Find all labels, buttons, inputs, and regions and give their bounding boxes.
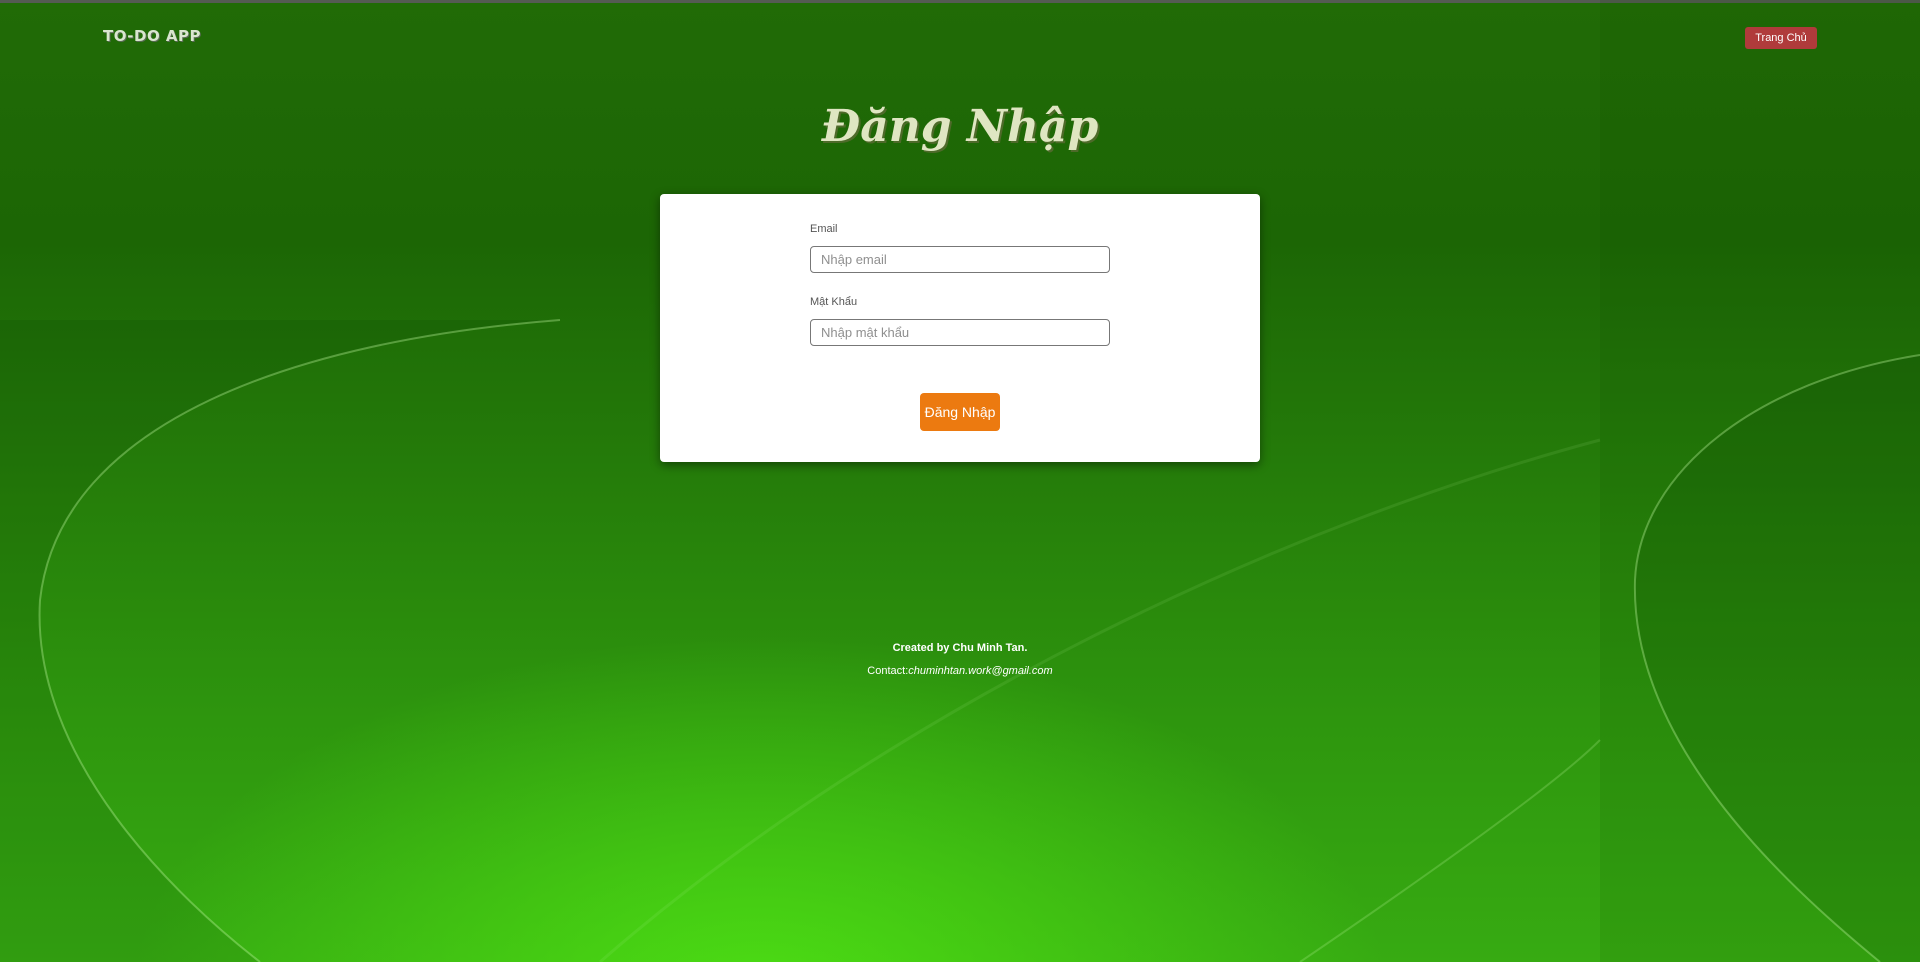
footer-contact: Contact:chuminhtan.work@gmail.com [0,665,1920,677]
footer-contact-label: Contact: [867,665,909,677]
password-input[interactable] [810,319,1110,346]
app-logo[interactable]: TO-DO APP [103,27,201,45]
email-label: Email [810,223,838,235]
home-button[interactable]: Trang Chủ [1745,27,1817,49]
login-button[interactable]: Đăng Nhập [920,393,1000,431]
window-top-border [0,0,1920,3]
password-label: Mật Khẩu [810,296,858,308]
email-input[interactable] [810,246,1110,273]
footer-contact-email: chuminhtan.work@gmail.com [908,665,1053,677]
page-title: Đăng Nhập [821,101,1099,152]
footer-created-by: Created by Chu Minh Tan. [892,642,1028,654]
login-form-card: Email Mật Khẩu Đăng Nhập [660,194,1260,462]
